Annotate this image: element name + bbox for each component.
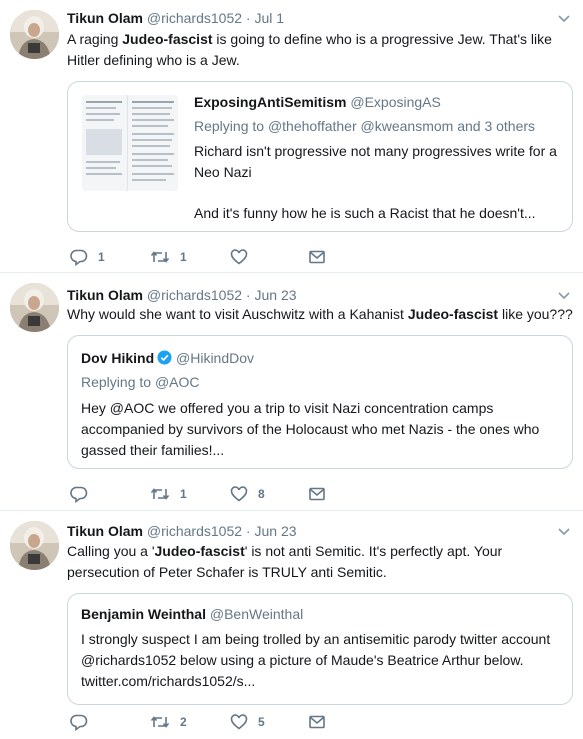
reply-icon bbox=[70, 249, 88, 267]
tweet-actions: 2 5 bbox=[67, 712, 367, 732]
chevron-down-icon[interactable] bbox=[557, 14, 571, 24]
tweet-header: Tikun Olam @richards1052 · Jun 23 bbox=[67, 287, 297, 303]
like-icon bbox=[230, 714, 248, 730]
quote-reply-context: Replying to @thehoffather @kweansmom and… bbox=[194, 118, 535, 134]
chevron-down-icon[interactable] bbox=[557, 291, 571, 301]
quote-author-handle[interactable]: @ExposingAS bbox=[350, 94, 440, 110]
tweet-header: Tikun Olam @richards1052 · Jul 1 bbox=[67, 10, 284, 26]
like-button[interactable]: 8 bbox=[229, 484, 265, 504]
reply-prefix: Replying to bbox=[194, 118, 268, 134]
retweet-icon bbox=[150, 251, 170, 263]
reply-targets[interactable]: @AOC bbox=[155, 374, 200, 390]
dm-button[interactable] bbox=[307, 484, 327, 504]
retweet-button[interactable]: 2 bbox=[149, 712, 187, 732]
highlighted-term: Judeo-fascist bbox=[154, 543, 245, 559]
verified-badge-icon bbox=[157, 350, 172, 365]
text-segment: Calling you a ' bbox=[67, 543, 155, 559]
quoted-tweet[interactable]: Benjamin Weinthal @BenWeinthal I strongl… bbox=[67, 593, 573, 705]
author-handle[interactable]: @richards1052 bbox=[147, 287, 242, 303]
quote-body: I strongly suspect I am being trolled by… bbox=[81, 631, 551, 689]
tweet[interactable]: Tikun Olam @richards1052 · Jun 23 Callin… bbox=[0, 511, 583, 739]
quote-header: ExposingAntiSemitism @ExposingAS bbox=[194, 94, 441, 110]
quote-author-handle[interactable]: @HikindDov bbox=[176, 350, 254, 366]
separator-dot: · bbox=[245, 523, 251, 539]
reply-icon bbox=[70, 714, 88, 732]
quote-media-thumbnail[interactable] bbox=[82, 95, 178, 191]
retweet-icon bbox=[150, 716, 170, 728]
retweet-icon bbox=[150, 488, 170, 500]
like-count: 8 bbox=[258, 487, 265, 501]
quote-author-name[interactable]: Dov Hikind bbox=[81, 350, 154, 366]
reply-prefix: Replying to bbox=[81, 374, 155, 390]
author-name[interactable]: Tikun Olam bbox=[67, 10, 143, 26]
like-icon bbox=[230, 486, 248, 502]
like-count: 5 bbox=[258, 715, 265, 729]
separator-dot: · bbox=[245, 287, 251, 303]
quote-body: Hey @AOC we offered you a trip to visit … bbox=[81, 400, 540, 458]
reply-targets[interactable]: @thehoffather @kweansmom and 3 others bbox=[268, 118, 535, 134]
quote-header: Benjamin Weinthal @BenWeinthal bbox=[81, 606, 303, 622]
quote-author-name[interactable]: ExposingAntiSemitism bbox=[194, 94, 346, 110]
reply-button[interactable]: 1 bbox=[69, 247, 105, 267]
quote-header: Dov Hikind @HikindDov bbox=[81, 350, 254, 366]
retweet-button[interactable]: 1 bbox=[149, 484, 187, 504]
tweet-date[interactable]: Jun 23 bbox=[254, 523, 296, 539]
text-segment: A raging bbox=[67, 31, 123, 47]
quote-author-handle[interactable]: @BenWeinthal bbox=[210, 606, 303, 622]
quote-reply-context: Replying to @AOC bbox=[81, 374, 200, 390]
dm-icon bbox=[309, 487, 325, 501]
tweet[interactable]: Tikun Olam @richards1052 · Jun 23 Why wo… bbox=[0, 273, 583, 511]
tweet[interactable]: Tikun Olam @richards1052 · Jul 1 A ragin… bbox=[0, 0, 583, 273]
reply-button[interactable] bbox=[69, 484, 98, 504]
reply-icon bbox=[70, 486, 88, 504]
quote-body: Richard isn't progressive not many progr… bbox=[194, 143, 557, 180]
tweet-actions: 1 8 bbox=[67, 484, 367, 504]
tweet-header: Tikun Olam @richards1052 · Jun 23 bbox=[67, 523, 297, 539]
tweet-text: Calling you a 'Judeo-fascist' is not ant… bbox=[67, 541, 573, 583]
author-handle[interactable]: @richards1052 bbox=[147, 523, 242, 539]
quoted-tweet[interactable]: ExposingAntiSemitism @ExposingAS Replyin… bbox=[67, 81, 573, 232]
tweet-text: Why would she want to visit Auschwitz wi… bbox=[67, 304, 573, 325]
dm-button[interactable] bbox=[307, 712, 327, 732]
retweet-button[interactable]: 1 bbox=[149, 247, 187, 267]
avatar[interactable] bbox=[10, 10, 59, 59]
avatar[interactable] bbox=[10, 521, 59, 570]
reply-button[interactable] bbox=[69, 712, 98, 732]
like-button[interactable] bbox=[229, 247, 258, 267]
text-segment: Why would she want to visit Auschwitz wi… bbox=[67, 306, 408, 322]
quote-body-continued: And it's funny how he is such a Racist t… bbox=[194, 205, 536, 221]
text-segment: like you??? bbox=[498, 306, 573, 322]
highlighted-term: Judeo-fascist bbox=[122, 31, 213, 47]
author-handle[interactable]: @richards1052 bbox=[147, 10, 242, 26]
separator-dot: · bbox=[245, 10, 251, 26]
reply-count: 1 bbox=[98, 250, 105, 264]
dm-button[interactable] bbox=[307, 247, 327, 267]
highlighted-term: Judeo-fascist bbox=[407, 306, 499, 322]
like-button[interactable]: 5 bbox=[229, 712, 265, 732]
dm-icon bbox=[309, 250, 325, 264]
tweet-date[interactable]: Jul 1 bbox=[254, 10, 284, 26]
tweet-text: A raging Judeo-fascist is going to defin… bbox=[67, 29, 573, 71]
chevron-down-icon[interactable] bbox=[557, 527, 571, 537]
retweet-count: 2 bbox=[180, 715, 187, 729]
avatar[interactable] bbox=[10, 283, 59, 332]
retweet-count: 1 bbox=[180, 250, 187, 264]
quoted-tweet[interactable]: Dov Hikind @HikindDov Replying to @AOC H… bbox=[67, 335, 573, 469]
author-name[interactable]: Tikun Olam bbox=[67, 287, 143, 303]
author-name[interactable]: Tikun Olam bbox=[67, 523, 143, 539]
dm-icon bbox=[309, 715, 325, 729]
tweet-date[interactable]: Jun 23 bbox=[254, 287, 296, 303]
quote-author-name[interactable]: Benjamin Weinthal bbox=[81, 606, 206, 622]
tweet-actions: 1 1 bbox=[67, 247, 367, 267]
retweet-count: 1 bbox=[180, 487, 187, 501]
like-icon bbox=[230, 249, 248, 265]
